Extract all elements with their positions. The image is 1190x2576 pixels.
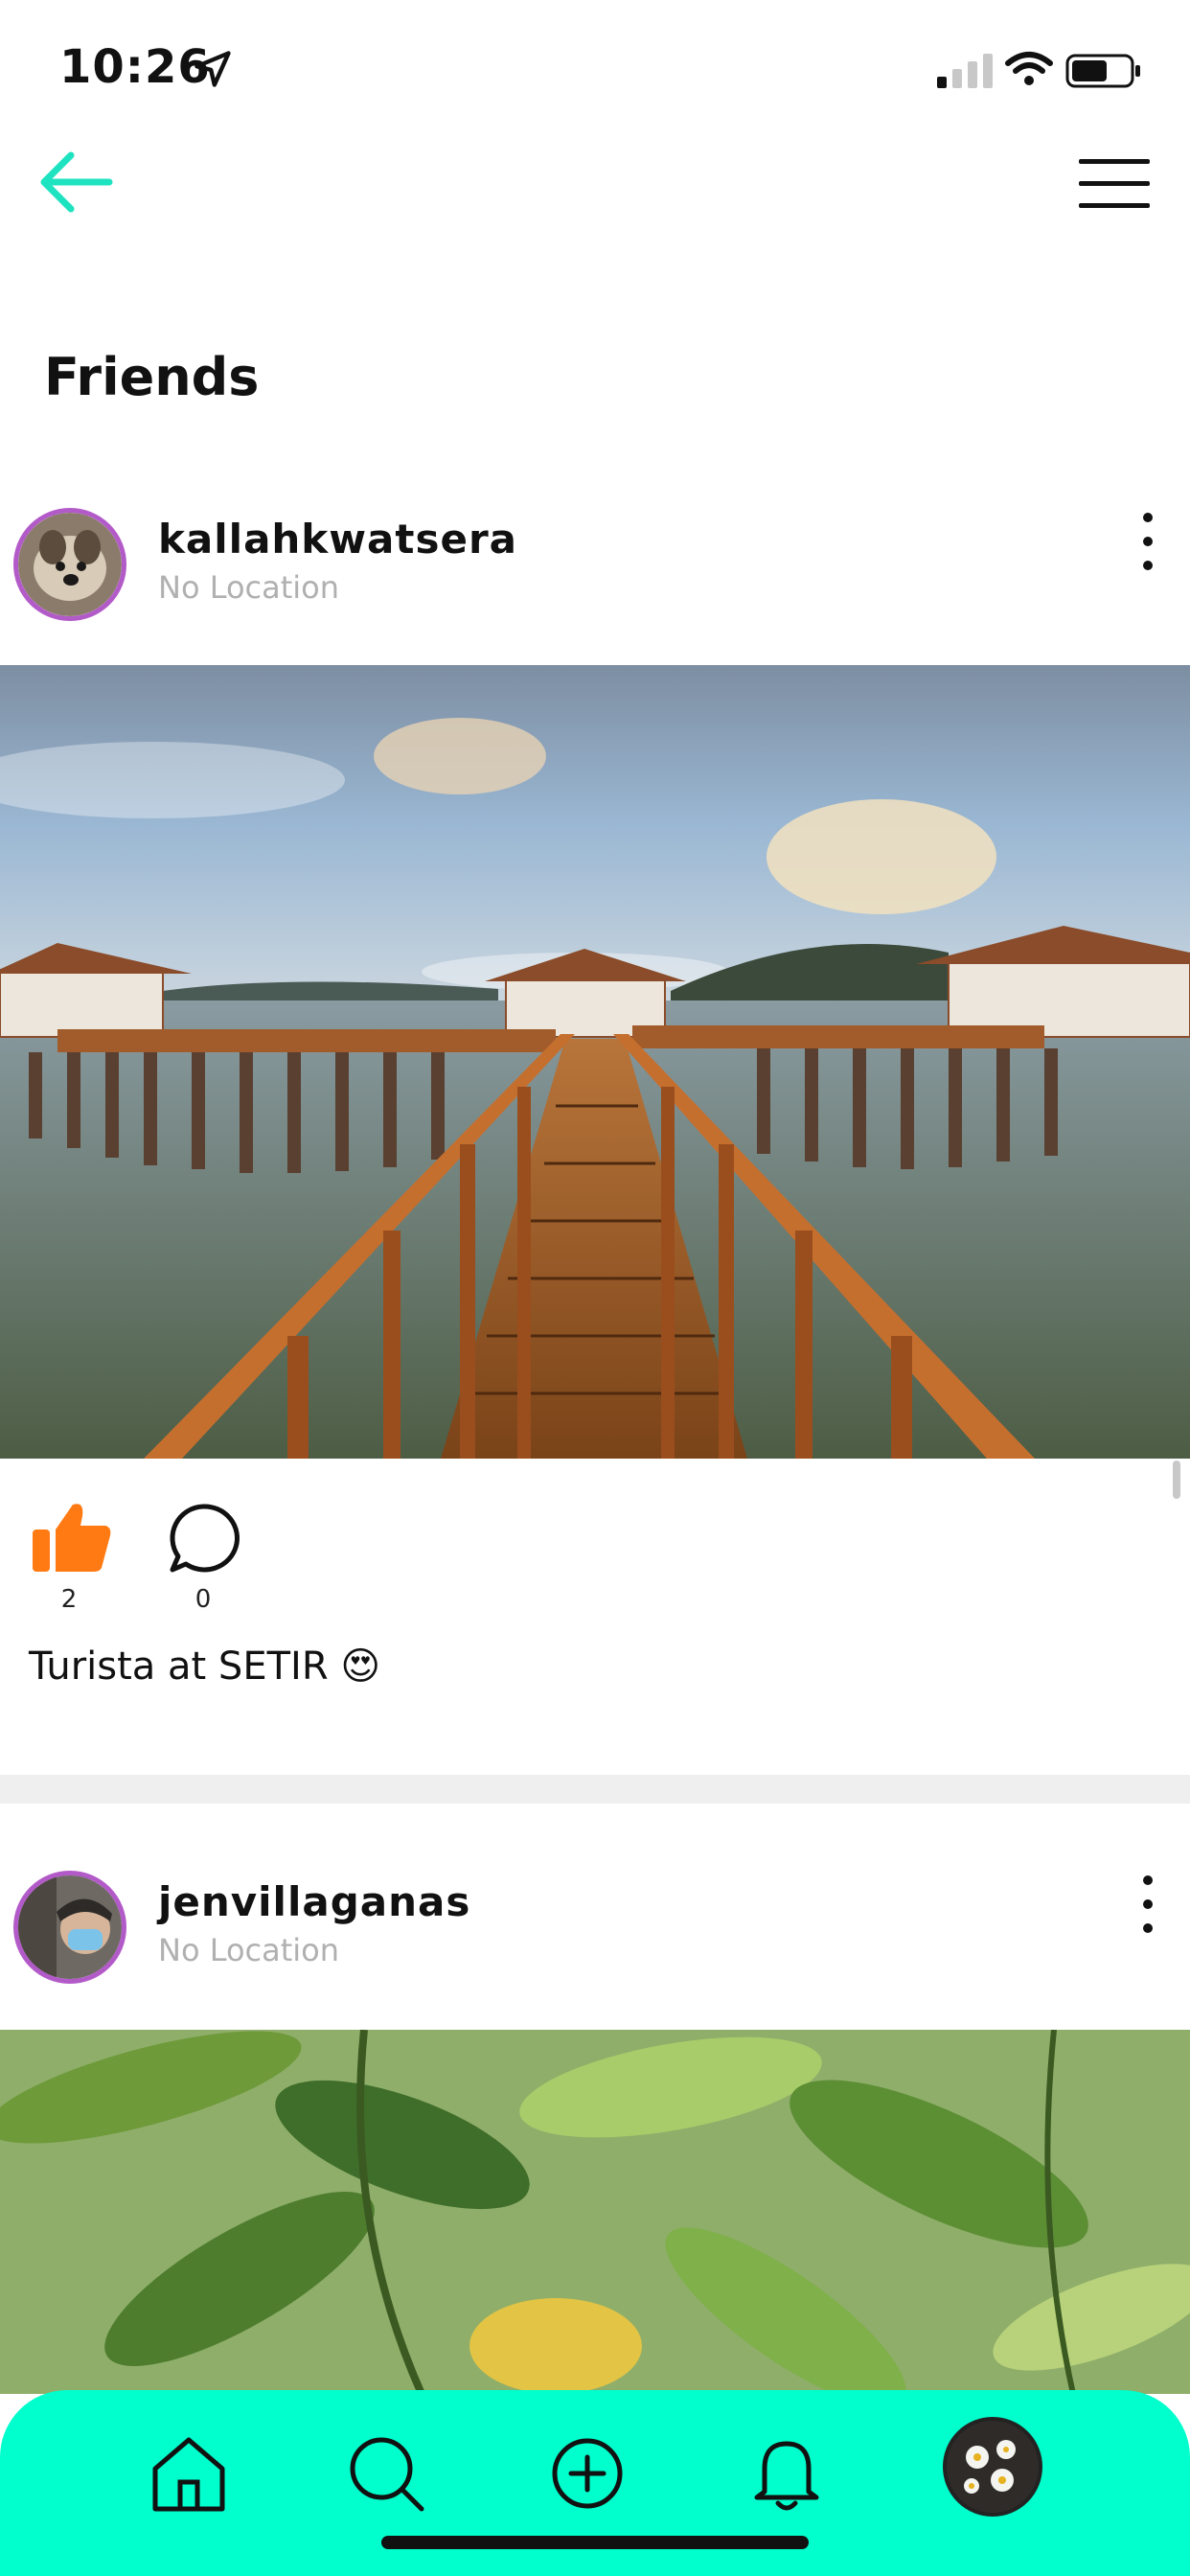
more-options-icon[interactable] bbox=[1131, 508, 1165, 575]
battery-icon bbox=[1065, 54, 1140, 88]
notifications-bell-icon[interactable] bbox=[744, 2430, 830, 2517]
status-time: 10:26 bbox=[59, 40, 211, 94]
like-thumbs-up-icon[interactable] bbox=[29, 1499, 115, 1576]
location-arrow-icon bbox=[195, 51, 231, 87]
status-bar: 10:26 bbox=[0, 0, 1190, 144]
scrollbar[interactable] bbox=[1173, 1460, 1180, 1499]
add-post-icon[interactable] bbox=[544, 2430, 630, 2517]
post-location: No Location bbox=[158, 1932, 340, 1968]
profile-avatar[interactable] bbox=[943, 2417, 1042, 2517]
user-avatar[interactable] bbox=[13, 508, 126, 621]
post-photo[interactable] bbox=[0, 665, 1190, 1459]
more-options-icon[interactable] bbox=[1131, 1871, 1165, 1938]
cellular-signal-icon bbox=[937, 54, 993, 88]
home-icon[interactable] bbox=[146, 2430, 232, 2517]
search-icon[interactable] bbox=[343, 2430, 429, 2517]
wifi-icon bbox=[1005, 52, 1053, 85]
page-title: Friends bbox=[44, 347, 260, 407]
comment-bubble-icon[interactable] bbox=[165, 1501, 241, 1577]
user-avatar[interactable] bbox=[13, 1871, 126, 1984]
post-divider bbox=[0, 1775, 1190, 1804]
post-header: jenvillaganas No Location bbox=[0, 1861, 1190, 1995]
comment-count: 0 bbox=[195, 1585, 212, 1614]
post-header: kallahkwatsera No Location bbox=[0, 498, 1190, 632]
back-arrow-icon[interactable] bbox=[33, 144, 119, 220]
post-photo[interactable] bbox=[0, 2030, 1190, 2394]
post-username[interactable]: kallahkwatsera bbox=[158, 516, 517, 563]
post-username[interactable]: jenvillaganas bbox=[158, 1878, 470, 1925]
hamburger-menu-icon[interactable] bbox=[1073, 151, 1156, 217]
home-indicator bbox=[381, 2536, 809, 2549]
post-location: No Location bbox=[158, 569, 340, 606]
like-count: 2 bbox=[60, 1585, 78, 1614]
post-caption: Turista at SETIR 😍 bbox=[29, 1644, 381, 1689]
